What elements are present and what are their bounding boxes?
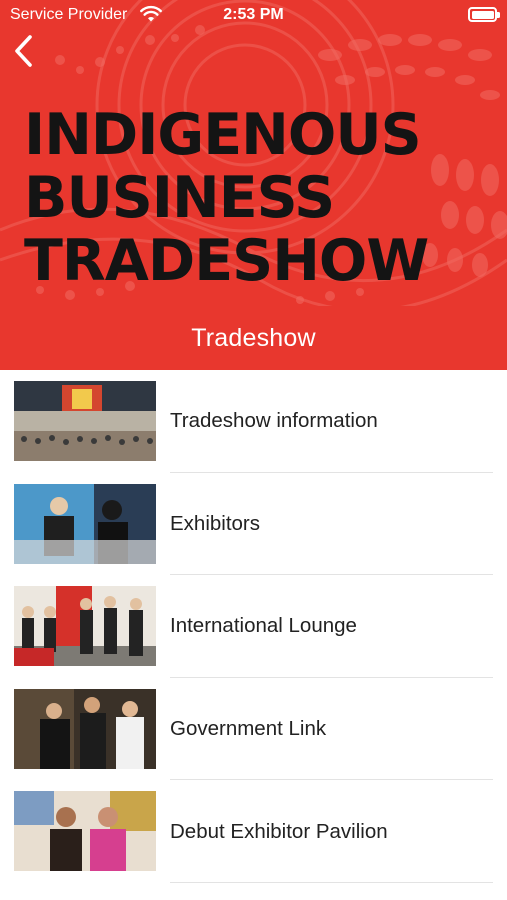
menu-item-government-link[interactable]: Government Link [0, 678, 507, 781]
status-bar: Service Provider 2:53 PM [0, 0, 507, 30]
menu-item-international-lounge[interactable]: International Lounge [0, 575, 507, 678]
banner-line-2: BUSINESS [24, 165, 335, 231]
status-time: 2:53 PM [223, 6, 284, 23]
battery-icon [468, 7, 500, 22]
tradeshow-hall-thumbnail [14, 381, 156, 461]
menu-item-exhibitors[interactable]: Exhibitors [0, 473, 507, 576]
menu-item-tradeshow-information[interactable]: Tradeshow information [0, 370, 507, 473]
banner-line-1: INDIGENOUS [24, 102, 422, 168]
header-banner: INDIGENOUS BUSINESS TRADESHOW Tradeshow [0, 0, 507, 370]
banner-line-3: TRADESHOW [24, 228, 429, 294]
exhibitors-thumbnail [14, 483, 156, 564]
nav-title-bar: Tradeshow [0, 306, 507, 370]
menu-item-label: Debut Exhibitor Pavilion [170, 819, 388, 843]
row-divider [170, 881, 493, 883]
menu-list: Tradeshow information Exhibitors Interna… [0, 370, 507, 883]
menu-item-label: International Lounge [170, 614, 357, 638]
debut-exhibitor-pavilion-thumbnail [14, 791, 156, 872]
menu-item-label: Tradeshow information [170, 409, 378, 433]
menu-item-debut-exhibitor-pavilion[interactable]: Debut Exhibitor Pavilion [0, 780, 507, 883]
menu-item-label: Government Link [170, 717, 327, 741]
menu-item-label: Exhibitors [170, 511, 261, 535]
back-button[interactable] [6, 32, 40, 70]
page-title: Tradeshow [191, 323, 316, 352]
chevron-left-icon [15, 35, 32, 67]
banner-title: INDIGENOUS BUSINESS TRADESHOW [24, 104, 464, 293]
international-lounge-thumbnail [14, 586, 156, 667]
government-link-thumbnail [14, 688, 156, 769]
